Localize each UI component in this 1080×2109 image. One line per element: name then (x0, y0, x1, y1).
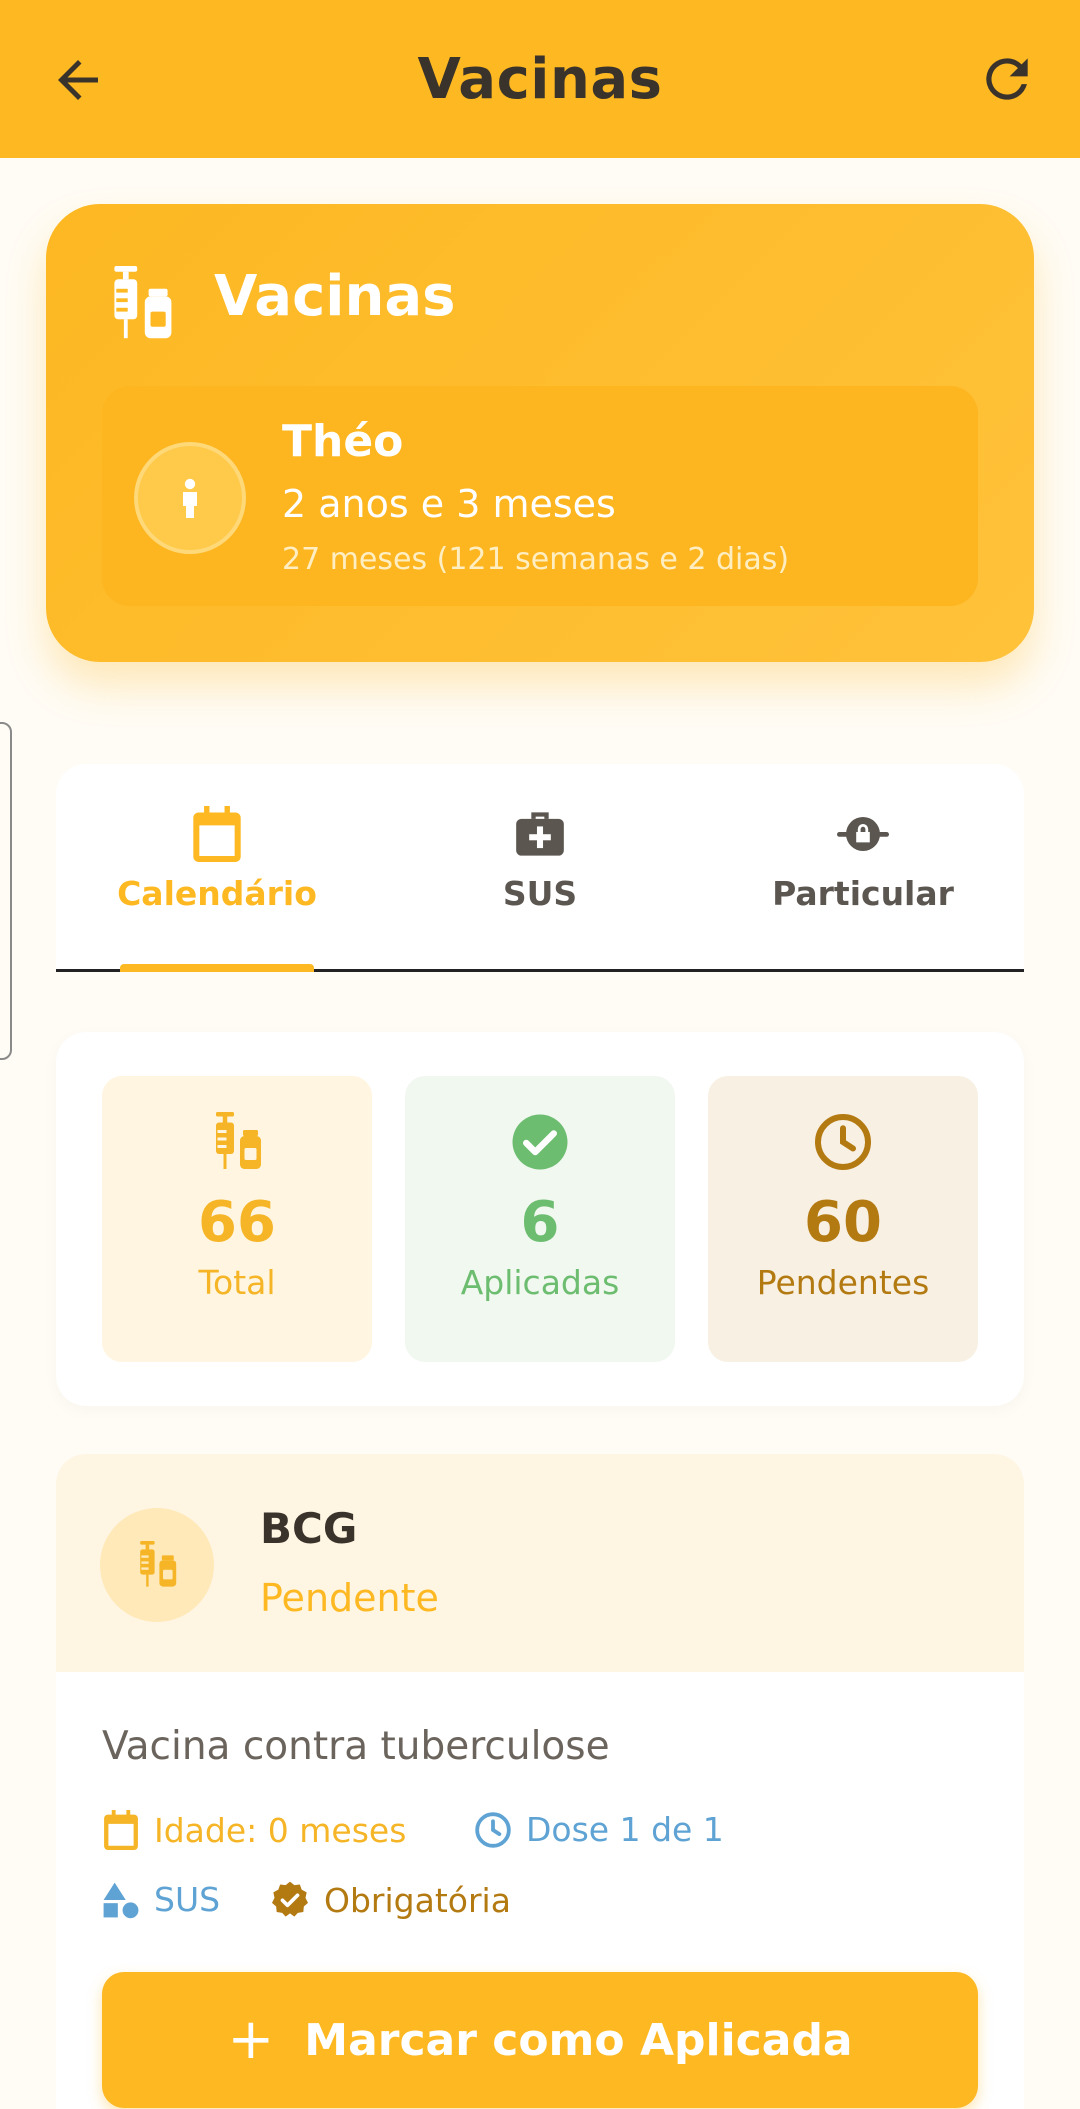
tab-sus[interactable]: SUS (379, 806, 701, 913)
vaccine-avatar (100, 1508, 214, 1622)
tab-private[interactable]: Particular (702, 806, 1024, 913)
calendar-icon (193, 806, 241, 862)
stat-total-value: 66 (198, 1190, 276, 1255)
check-circle-icon (512, 1114, 568, 1170)
tab-sus-label: SUS (502, 874, 578, 913)
vaccine-age: Idade: 0 meses (102, 1810, 406, 1850)
clock-icon (815, 1114, 871, 1170)
mark-applied-button[interactable]: + Marcar como Aplicada (102, 1972, 978, 2108)
vaccine-card-header: BCG Pendente (56, 1454, 1024, 1672)
calendar-icon (104, 1810, 138, 1850)
stat-applied: 6 Aplicadas (405, 1076, 675, 1362)
page-title: Vacinas (417, 46, 663, 112)
child-name: Théo (282, 416, 404, 467)
vaccine-requirement: Obrigatória (270, 1880, 511, 1920)
stats-panel: 66 Total 6 Aplicadas 60 Pendentes (56, 1032, 1024, 1406)
vaccine-dose-text: Dose 1 de 1 (526, 1810, 724, 1849)
child-avatar (134, 442, 246, 554)
medical-kit-icon (516, 812, 564, 856)
vaccine-dose: Dose 1 de 1 (474, 1810, 724, 1849)
stat-total: 66 Total (102, 1076, 372, 1362)
clock-icon (475, 1811, 511, 1848)
stat-pending-label: Pendentes (756, 1263, 930, 1302)
vaccine-description: Vacina contra tuberculose (102, 1724, 610, 1769)
child-person-icon (183, 478, 197, 518)
stat-pending-value: 60 (804, 1190, 882, 1255)
side-drawer-handle[interactable] (0, 722, 12, 1060)
syringe-vial-icon (140, 1541, 177, 1587)
child-info: Théo 2 anos e 3 meses 27 meses (121 sema… (102, 386, 978, 606)
vaccine-card: BCG Pendente Vacina contra tuberculose I… (56, 1454, 1024, 2109)
app-bar: Vacinas (0, 0, 1080, 158)
syringe-vial-icon (216, 1112, 261, 1169)
back-arrow-icon[interactable] (48, 50, 108, 110)
vaccines-header-card: Vacinas Théo 2 anos e 3 meses 27 meses (… (46, 204, 1034, 662)
stat-applied-label: Aplicadas (460, 1263, 620, 1302)
stat-total-label: Total (198, 1263, 276, 1302)
private-lock-icon (837, 817, 889, 851)
vaccine-requirement-text: Obrigatória (324, 1880, 511, 1920)
vaccine-age-text: Idade: 0 meses (154, 1810, 407, 1850)
tab-calendar[interactable]: Calendário (56, 806, 378, 913)
refresh-icon[interactable] (976, 48, 1038, 110)
vaccine-name: BCG (260, 1504, 358, 1553)
shapes-icon (103, 1882, 139, 1918)
child-age: 2 anos e 3 meses (282, 482, 616, 526)
vaccine-network-text: SUS (154, 1880, 221, 1919)
tab-bar: Calendário SUS Particular (56, 764, 1024, 972)
syringe-vial-icon (114, 266, 172, 339)
hero-title: Vacinas (214, 264, 456, 329)
vaccine-status: Pendente (260, 1576, 439, 1620)
stat-pending: 60 Pendentes (708, 1076, 978, 1362)
mark-applied-label: Marcar como Aplicada (304, 2014, 853, 2066)
vaccine-network: SUS (102, 1880, 220, 1919)
tab-calendar-label: Calendário (117, 874, 317, 913)
tab-private-label: Particular (772, 874, 954, 913)
child-age-detail: 27 meses (121 semanas e 2 dias) (282, 542, 790, 577)
active-tab-indicator (120, 964, 314, 972)
verified-badge-icon (272, 1881, 308, 1917)
stat-applied-value: 6 (520, 1190, 560, 1255)
plus-icon: + (227, 2007, 275, 2072)
